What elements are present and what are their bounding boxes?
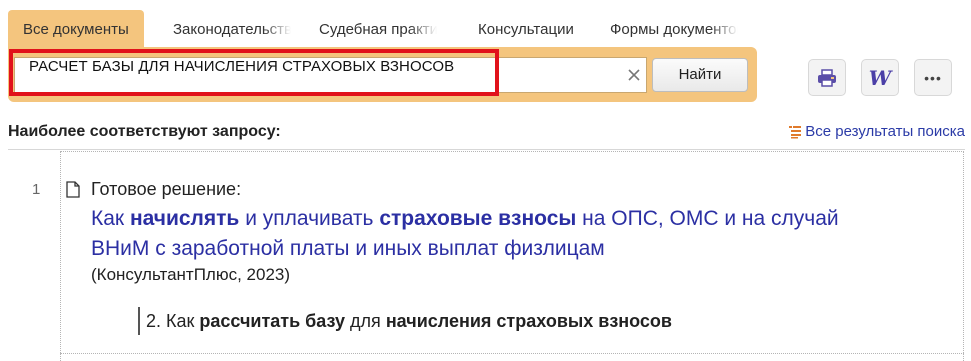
clear-icon[interactable] [625, 66, 643, 84]
snippet-marker [138, 307, 140, 335]
divider [60, 353, 964, 354]
print-button[interactable] [808, 59, 846, 96]
document-icon [66, 181, 80, 198]
search-tabs: Все документы Законодательство Судебная … [8, 10, 768, 48]
results-heading: Наиболее соответствуют запросу: [8, 123, 281, 140]
tab-all-documents[interactable]: Все документы [8, 10, 144, 48]
export-word-button[interactable]: W [861, 59, 899, 96]
highlighted-term: страховые взносы [379, 207, 577, 230]
results-list-icon [789, 125, 802, 138]
highlighted-term: начисления страховых взносов [385, 311, 672, 331]
text-fragment: для [345, 311, 386, 331]
highlighted-term: рассчитать базу [199, 311, 346, 331]
word-icon: W [868, 65, 892, 90]
highlighted-term: начислять [129, 207, 240, 230]
tab-legislation[interactable]: Законодательство [173, 10, 291, 48]
result-kind: Готовое решение: [91, 179, 242, 199]
result-number: 1 [32, 181, 41, 198]
result-snippet-link[interactable]: 2. Как рассчитать базу для начисления ст… [146, 311, 672, 332]
find-button[interactable]: Найти [652, 58, 748, 92]
tab-consultations[interactable]: Консультации [478, 10, 574, 48]
text-fragment: 2. Как [146, 311, 200, 331]
more-button[interactable]: ••• [914, 59, 952, 96]
all-results-label[interactable]: Все результаты поиска [805, 123, 965, 140]
tab-document-forms[interactable]: Формы документов [610, 10, 738, 48]
more-icon: ••• [924, 69, 942, 86]
tab-court-practice[interactable]: Судебная практика [319, 10, 437, 48]
text-fragment: Как [91, 207, 130, 230]
printer-icon [818, 68, 836, 87]
text-fragment: и уплачивать [239, 207, 380, 230]
divider [8, 149, 965, 150]
result-title-link[interactable]: Как начислять и уплачивать страховые взн… [91, 204, 871, 264]
search-query-text[interactable]: РАСЧЕТ БАЗЫ ДЛЯ НАЧИСЛЕНИЯ СТРАХОВЫХ ВЗН… [29, 58, 454, 75]
all-results-link[interactable]: Все результаты поиска [788, 123, 965, 140]
search-panel: РАСЧЕТ БАЗЫ ДЛЯ НАЧИСЛЕНИЯ СТРАХОВЫХ ВЗН… [8, 47, 757, 102]
result-source: (КонсультантПлюс, 2023) [91, 265, 291, 284]
